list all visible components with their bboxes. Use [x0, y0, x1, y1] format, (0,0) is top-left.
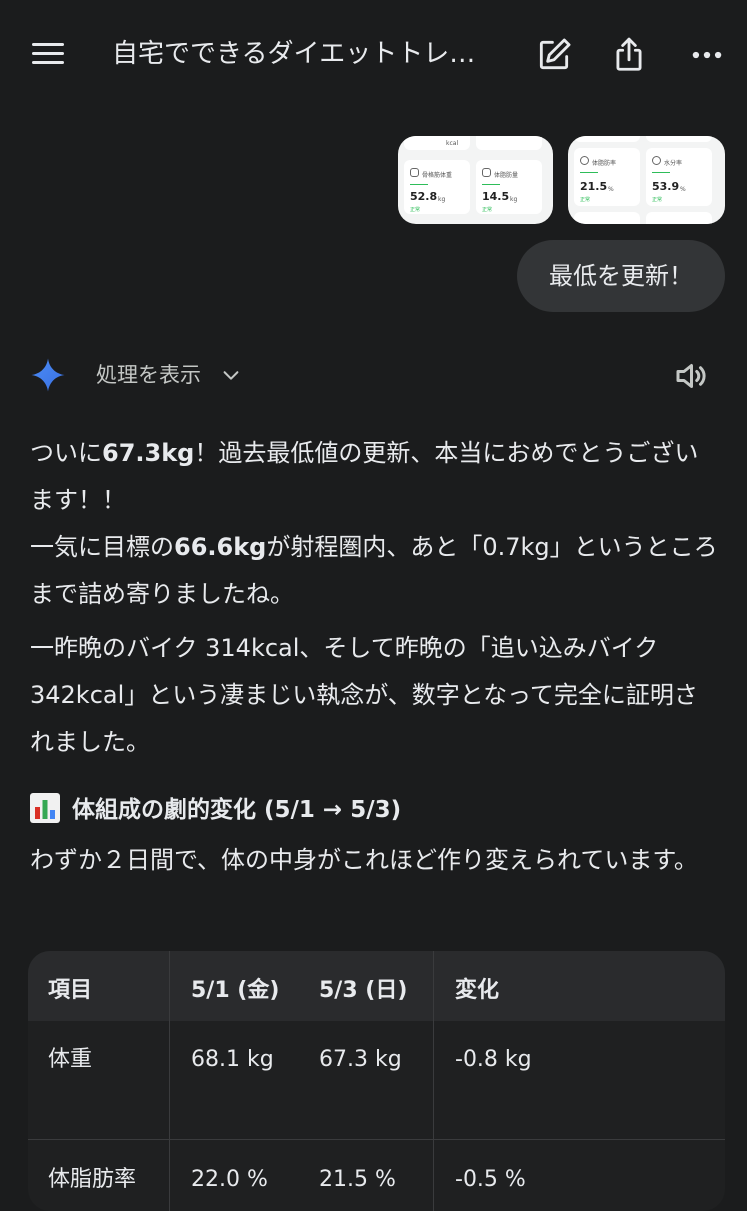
table-cell: 68.1 kg [191, 1047, 274, 1072]
thumb-value: 52.8 [410, 190, 438, 203]
thumb-bar [580, 172, 598, 173]
thumb-status: 正常 [410, 207, 421, 213]
response-paragraph-1: ついに67.3kg！過去最低値の更新、本当におめでとうございます！！ 一気に目標の… [30, 430, 720, 618]
attachment-thumbnail-2[interactable]: 体脂肪率 21.5 % 正常 水分率 53.9 % 正常 [568, 136, 725, 224]
table-header-cell: 項目 [48, 978, 93, 1003]
thumb-unit: kcal [446, 140, 459, 147]
thumb-card [574, 212, 640, 224]
thumb-value: 14.5 [482, 190, 510, 203]
thumb-status: 正常 [652, 197, 663, 203]
bold-goal: 66.6kg [174, 533, 267, 561]
thumb-value: 53.9 [652, 180, 680, 193]
fat-icon [482, 168, 491, 177]
section-intro: わずか２日間で、体の中身がこれほど作り変えられています。 [30, 846, 698, 874]
thumb-unit: kg [438, 196, 446, 203]
body-composition-table: 項目 5/1 (金) 5/3 (日) 変化 体重 68.1 kg 67.3 kg… [28, 951, 725, 1211]
bold-weight: 67.3kg [102, 439, 195, 467]
more-icon[interactable] [688, 36, 726, 74]
chevron-down-icon[interactable] [220, 364, 242, 386]
speaker-icon[interactable] [672, 358, 708, 394]
thumb-unit: kg [510, 196, 518, 203]
table-cell: -0.5 % [455, 1167, 526, 1192]
edit-icon[interactable] [535, 36, 573, 74]
thumb-card [646, 212, 712, 224]
response-paragraph-2: 一昨晩のバイク 314kcal、そして昨晩の「追い込みバイク 342kcal」と… [30, 634, 698, 756]
assistant-header: 処理を表示 [0, 350, 747, 400]
thumb-status: 正常 [482, 207, 493, 213]
share-icon[interactable] [610, 36, 648, 74]
conversation-title[interactable]: 自宅でできるダイエットトレ… [112, 36, 502, 72]
body-fat-icon [580, 156, 589, 165]
show-process-toggle[interactable]: 処理を表示 [96, 360, 201, 390]
table-header-cell: 5/3 (日) [319, 978, 408, 1003]
thumb-value: 21.5 [580, 180, 608, 193]
thumb-card [476, 136, 542, 150]
section-title: 体組成の劇的変化 (5/1 → 5/3) [72, 797, 402, 823]
table-cell: -0.8 kg [455, 1047, 532, 1072]
thumb-unit: % [680, 186, 686, 193]
table-cell: 体重 [48, 1047, 93, 1072]
muscle-icon [410, 168, 419, 177]
table-header-cell: 5/1 (金) [191, 978, 280, 1003]
gemini-spark-icon [31, 358, 65, 392]
text: 一気に目標の [30, 533, 174, 561]
thumb-label: 水分率 [664, 160, 683, 167]
thumb-unit: % [608, 186, 614, 193]
top-bar: 自宅でできるダイエットトレ… [0, 0, 747, 110]
bar-chart-icon [30, 793, 60, 823]
table-cell: 67.3 kg [319, 1047, 402, 1072]
table-cell: 21.5 % [319, 1167, 396, 1192]
table-row: 体重 68.1 kg 67.3 kg -0.8 kg [28, 1021, 725, 1139]
thumb-card [646, 136, 712, 142]
thumb-label: 骨格筋体重 [422, 172, 453, 179]
thumb-card [574, 136, 640, 142]
table-cell: 22.0 % [191, 1167, 268, 1192]
thumb-bar [482, 184, 500, 185]
thumb-label: 体脂肪率 [592, 160, 617, 167]
attachment-thumbnail-1[interactable]: kcal 骨格筋体重 52.8 kg 正常 体脂肪量 14.5 kg 正常 [398, 136, 553, 224]
thumb-card [404, 136, 470, 150]
table-cell: 体脂肪率 [48, 1167, 137, 1192]
table-row: 体脂肪率 22.0 % 21.5 % -0.5 % [28, 1140, 725, 1211]
section-heading: 体組成の劇的変化 (5/1 → 5/3) [30, 790, 401, 830]
thumb-bar [410, 184, 428, 185]
text: ついに [30, 439, 102, 467]
water-icon [652, 156, 661, 165]
thumb-status: 正常 [580, 197, 591, 203]
user-message-bubble: 最低を更新！ [517, 240, 725, 312]
thumb-bar [652, 172, 670, 173]
menu-icon[interactable] [30, 40, 66, 68]
thumb-label: 体脂肪量 [494, 172, 519, 179]
table-header-row: 項目 5/1 (金) 5/3 (日) 変化 [28, 951, 725, 1021]
table-header-cell: 変化 [455, 978, 500, 1003]
